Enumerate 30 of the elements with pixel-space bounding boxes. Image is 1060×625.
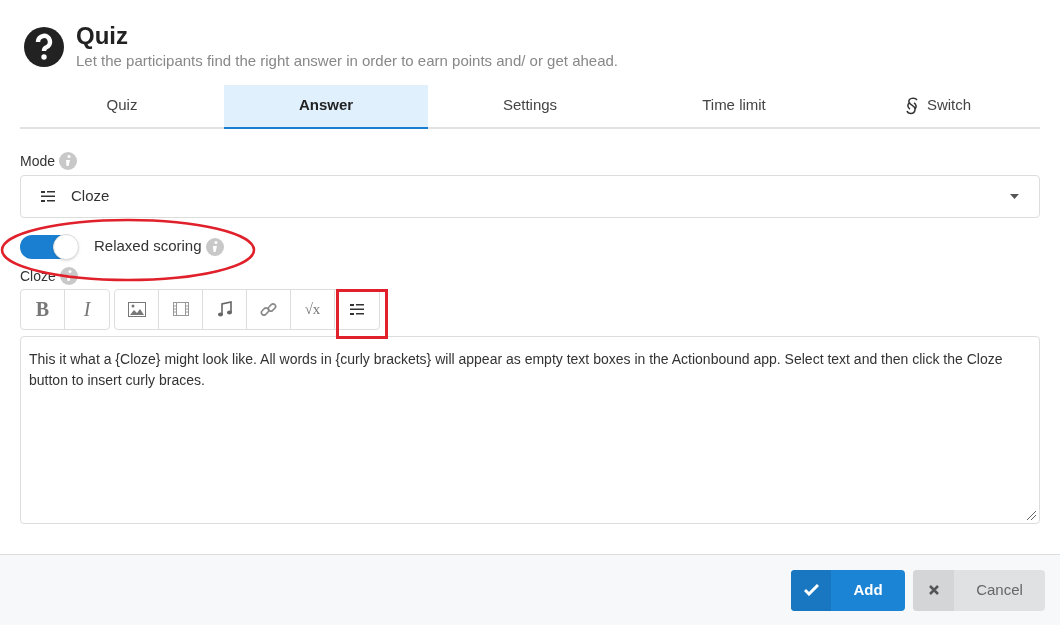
mode-select[interactable]: Cloze	[20, 174, 1040, 218]
add-button[interactable]: Add	[791, 569, 905, 611]
close-icon	[928, 585, 939, 595]
image-icon	[127, 301, 146, 317]
question-mark-icon	[24, 27, 64, 68]
caret-icon	[1010, 193, 1019, 199]
tab[interactable]: Quiz	[20, 84, 224, 129]
italic-button[interactable]: I	[65, 289, 109, 329]
link-icon	[260, 300, 277, 318]
formula-button[interactable]: √x	[291, 289, 335, 329]
cloze-icon	[350, 303, 364, 315]
bold-button[interactable]: B	[21, 289, 65, 329]
dialog-title: Quiz	[76, 22, 129, 50]
cancel-button[interactable]: Cancel	[913, 569, 1045, 611]
field-label: Mode	[20, 151, 56, 171]
highlight-frame	[336, 289, 388, 339]
check-icon	[803, 584, 819, 596]
tab[interactable]: Answer	[224, 84, 428, 129]
tab[interactable]: Time limit	[632, 84, 836, 129]
tab[interactable]: Switch	[836, 84, 1040, 129]
film-icon	[172, 302, 189, 316]
tab[interactable]: Settings	[428, 84, 632, 129]
toggle-label: Relaxed scoring	[94, 236, 202, 257]
swirl-icon	[904, 96, 919, 115]
text-editor[interactable]: This it what a {Cloze} might look like. All words in {curly brackets} will appear as empty text boxes in the Actionbound app. Select text and then click the Cloze button to insert curly braces.	[20, 335, 1040, 524]
dialog-subtitle: Let the participants find the right answer in order to earn points and/ or get ahead.	[76, 51, 618, 71]
toggle-switch[interactable]	[20, 234, 78, 259]
cloze-icon	[41, 190, 55, 202]
resize-handle-icon	[1027, 510, 1036, 520]
music-note-icon	[217, 301, 232, 317]
